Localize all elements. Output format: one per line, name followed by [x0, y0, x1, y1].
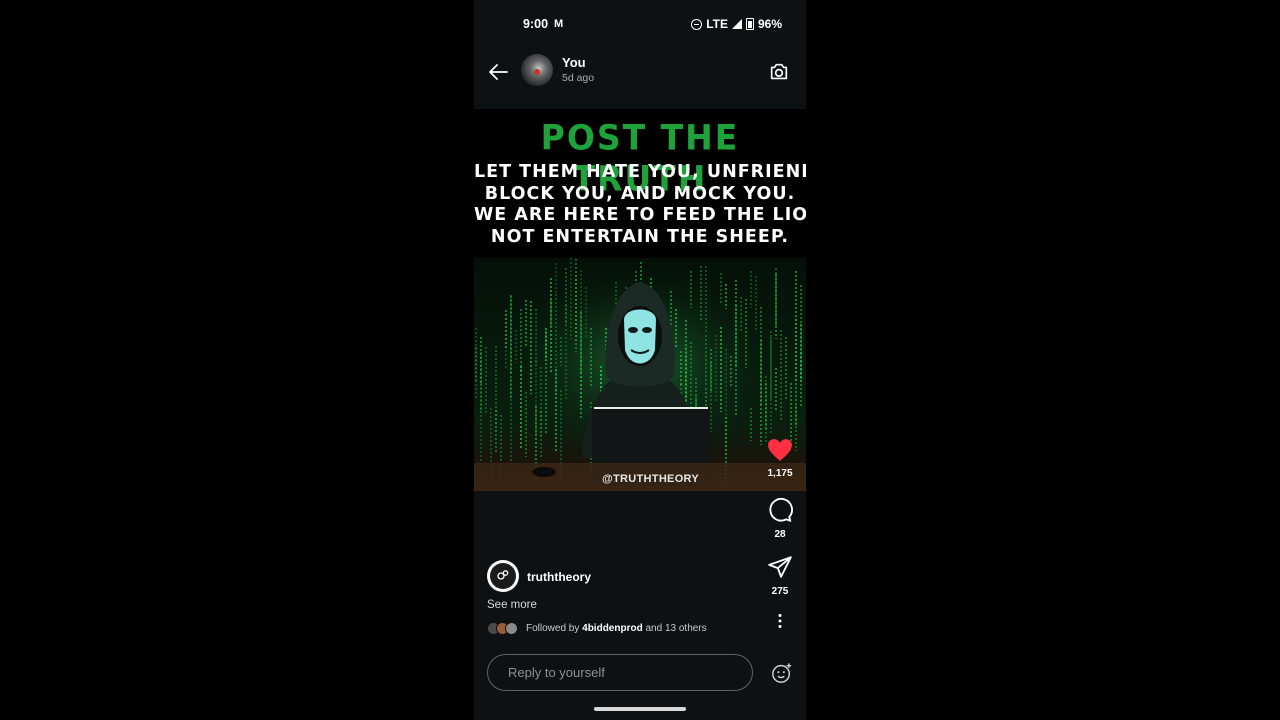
comment-count: 28 — [774, 529, 786, 540]
post-line: LET THEM HATE YOU, UNFRIEND YOU. — [474, 162, 806, 182]
phone-screen: 9:00 M LTE 96% You 5d ago POST THE TRUTH… — [474, 0, 806, 720]
status-time: 9:00 — [523, 17, 549, 31]
camera-icon[interactable] — [768, 61, 790, 83]
see-more-link[interactable]: See more — [487, 599, 537, 611]
battery-level: 96% — [757, 17, 782, 31]
followed-by-suffix: and 13 others — [645, 622, 707, 634]
author-name[interactable]: truththeory — [527, 570, 591, 584]
emoji-icon[interactable] — [771, 662, 793, 684]
story-header: You 5d ago — [474, 48, 806, 100]
gmail-icon: M — [554, 18, 564, 30]
post-line: WE ARE HERE TO FEED THE LIONS, — [474, 205, 806, 225]
heart-icon — [768, 439, 792, 461]
post-line: NOT ENTERTAIN THE SHEEP. — [490, 226, 790, 247]
signal-icon — [731, 19, 742, 29]
time-ago: 5d ago — [562, 72, 595, 84]
status-right: LTE 96% — [691, 17, 782, 31]
status-bar: 9:00 M LTE 96% — [474, 0, 806, 48]
home-indicator[interactable] — [594, 707, 686, 711]
avatar[interactable] — [521, 54, 553, 86]
author-avatar[interactable] — [487, 560, 519, 592]
follower-avatar — [505, 621, 518, 635]
share-count: 275 — [771, 586, 789, 597]
share-button[interactable]: 275 — [764, 554, 796, 597]
do-not-disturb-icon — [691, 18, 703, 30]
post-image[interactable]: POST THE TRUTH LET THEM HATE YOU, UNFRIE… — [474, 109, 806, 491]
comment-icon — [769, 498, 793, 522]
battery-icon — [745, 18, 754, 30]
watermark: @TRUTHTHEORY — [602, 473, 700, 485]
more-icon — [778, 614, 782, 628]
user-name[interactable]: You — [562, 55, 586, 70]
reply-field[interactable] — [487, 654, 753, 691]
like-count: 1,175 — [767, 468, 793, 479]
network-label: LTE — [706, 17, 728, 31]
post-line: BLOCK YOU, AND MOCK YOU. — [484, 183, 796, 204]
share-icon — [768, 556, 792, 578]
reply-input[interactable] — [506, 664, 730, 681]
follower-name: 4biddenprod — [582, 622, 643, 634]
followed-by-text: Followed by 4biddenprod and 13 others — [526, 623, 707, 634]
post-text: LET THEM HATE YOU, UNFRIEND YOU. BLOCK Y… — [474, 162, 806, 248]
back-arrow-icon[interactable] — [486, 60, 510, 84]
more-options-button[interactable] — [764, 613, 796, 633]
followed-by[interactable]: Followed by 4biddenprod and 13 others — [487, 621, 707, 635]
followed-by-prefix: Followed by — [526, 622, 580, 634]
like-button[interactable]: 1,175 — [764, 438, 796, 479]
truththeory-logo-icon — [497, 570, 509, 580]
comment-button[interactable]: 28 — [764, 497, 796, 540]
hacker-illustration: @TRUTHTHEORY — [474, 258, 806, 491]
illustration-svg — [474, 258, 806, 491]
